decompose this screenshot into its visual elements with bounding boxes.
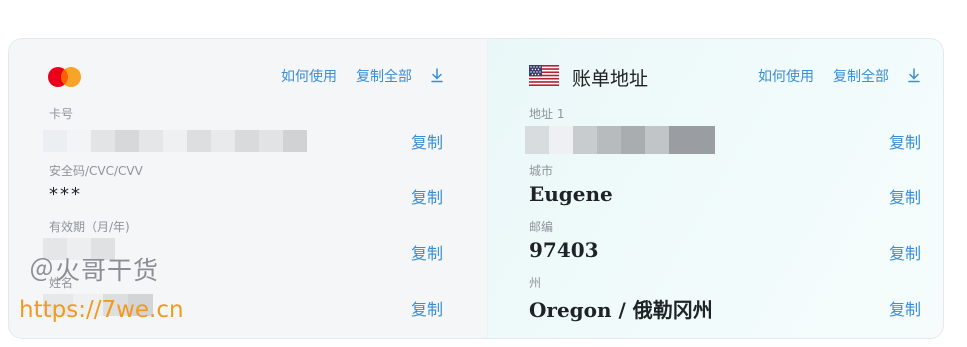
address1-value-redacted — [525, 126, 715, 154]
download-icon[interactable] — [907, 67, 921, 83]
copy-cvv-button[interactable]: 复制 — [411, 184, 443, 208]
watermark-url: https://7we.cn — [19, 297, 184, 323]
copy-address1-button[interactable]: 复制 — [889, 129, 921, 153]
city-label: 城市 — [529, 164, 554, 178]
copy-city-button[interactable]: 复制 — [889, 184, 921, 208]
address1-label: 地址 1 — [529, 107, 565, 121]
payment-info-card: 如何使用 复制全部 卡号 复制 安全码/CVC/CVV *** 复制 有效期（月… — [8, 38, 944, 339]
download-icon[interactable] — [430, 67, 444, 83]
billing-address-panel: 账单地址 如何使用 复制全部 地址 1 复制 城市 Eugene 复制 邮编 9… — [487, 39, 943, 338]
zip-value: 97403 — [529, 238, 599, 262]
card-panel: 如何使用 复制全部 卡号 复制 安全码/CVC/CVV *** 复制 有效期（月… — [9, 39, 487, 338]
card-number-label: 卡号 — [49, 107, 74, 121]
billing-title: 账单地址 — [572, 68, 649, 90]
zip-label: 邮编 — [529, 220, 554, 234]
copy-all-button[interactable]: 复制全部 — [833, 66, 889, 86]
city-value: Eugene — [529, 182, 613, 206]
cvv-label: 安全码/CVC/CVV — [49, 164, 143, 178]
copy-all-button[interactable]: 复制全部 — [356, 66, 412, 86]
state-value: Oregon / 俄勒冈州 — [529, 298, 713, 322]
us-flag-icon — [529, 65, 559, 86]
state-label: 州 — [529, 276, 542, 290]
watermark-text: ＠火哥干货 — [29, 256, 160, 285]
expiry-label: 有效期（月/年) — [49, 220, 130, 234]
copy-name-button[interactable]: 复制 — [411, 296, 443, 320]
how-to-use-link[interactable]: 如何使用 — [758, 66, 814, 86]
copy-zip-button[interactable]: 复制 — [889, 240, 921, 264]
copy-state-button[interactable]: 复制 — [889, 296, 921, 320]
how-to-use-link[interactable]: 如何使用 — [281, 66, 337, 86]
card-number-value-redacted — [43, 130, 307, 152]
copy-card-number-button[interactable]: 复制 — [411, 129, 443, 153]
copy-expiry-button[interactable]: 复制 — [411, 240, 443, 264]
cvv-value: *** — [49, 184, 82, 205]
mastercard-logo-icon — [48, 67, 81, 87]
